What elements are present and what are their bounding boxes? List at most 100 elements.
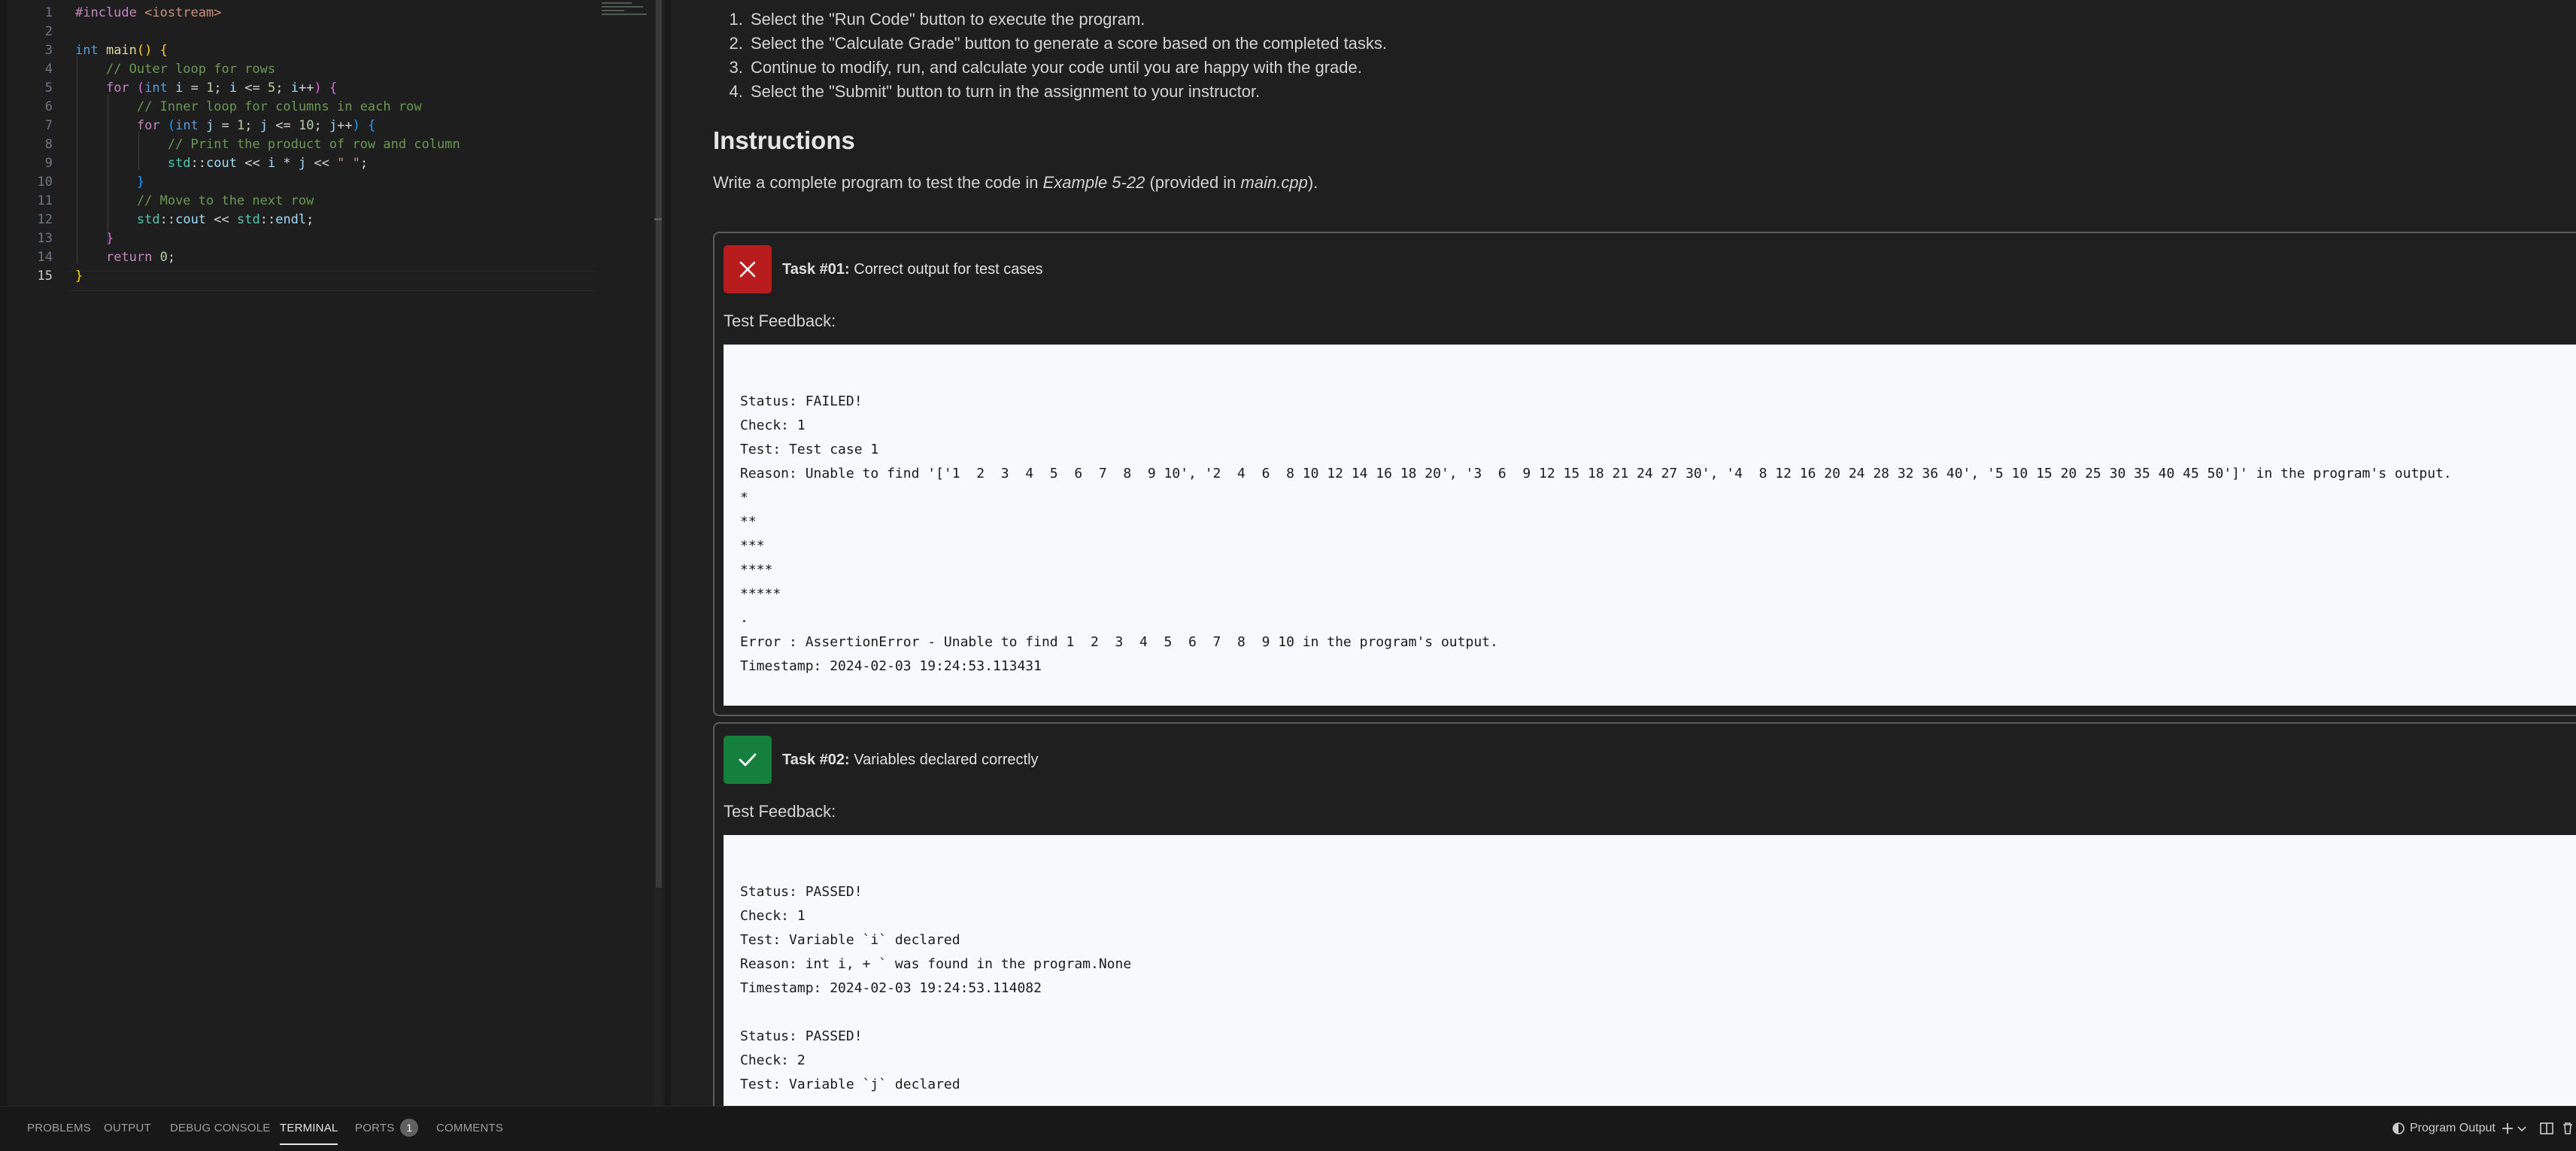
instructions-panel: Select the "Run Code" button to execute … (671, 0, 2576, 1106)
code-token: // Inner loop for columns in each row (136, 99, 422, 114)
code-line[interactable]: 6 // Inner loop for columns in each row (0, 98, 662, 117)
tab-debug-console[interactable]: DEBUG CONSOLE (170, 1107, 270, 1149)
tab-output[interactable]: OUTPUT (104, 1107, 151, 1149)
plus-icon[interactable] (2500, 1121, 2515, 1136)
close-icon (739, 261, 756, 278)
feedback-label: Test Feedback: (724, 802, 836, 821)
code-line[interactable]: 1 #include <iostream> (0, 4, 662, 23)
code-token: <= (237, 80, 269, 96)
code-token: i (290, 80, 299, 96)
code-token: 5 (268, 80, 276, 96)
feedback-line: Check: 1 (740, 418, 806, 433)
code-token: // Outer loop for rows (105, 62, 276, 77)
code-line[interactable]: 2 (0, 23, 662, 41)
code-token: int (175, 118, 207, 133)
intro-middle: (provided in (1145, 173, 1241, 192)
code-token: int (144, 80, 176, 96)
code-token: = (183, 80, 207, 96)
instructions-heading: Instructions (713, 126, 855, 154)
code-token: << (236, 156, 268, 171)
code-token: int (75, 43, 106, 58)
editor-scrollbar[interactable] (654, 0, 662, 1106)
tab-ports[interactable]: PORTS 1 (355, 1107, 419, 1149)
code-token: ++ (299, 80, 314, 96)
line-number: 14 (37, 250, 53, 265)
task-header[interactable]: Task #02: Variables declared correctly (724, 736, 1039, 784)
ports-count-badge: 1 (400, 1119, 419, 1137)
task-title: Task #02: Variables declared correctly (782, 752, 1039, 769)
tab-problems[interactable]: PROBLEMS (27, 1107, 91, 1149)
line-number: 12 (37, 212, 53, 227)
terminal-select[interactable]: Program Output (2392, 1107, 2496, 1149)
code-line[interactable]: 3 int main() { (0, 41, 662, 60)
line-source: // Outer loop for rows (75, 60, 275, 79)
code-token: main (105, 43, 137, 58)
feedback-line (740, 1001, 2576, 1025)
code-token: j (206, 118, 214, 133)
code-line[interactable]: 15} (0, 267, 662, 286)
line-source: } (75, 267, 83, 286)
task-card-01: Task #01: Correct output for test cases … (713, 232, 2576, 716)
code-token: () { (136, 43, 168, 58)
feedback-line: Timestamp: 2024-02-03 19:24:53.113431 (740, 658, 1042, 674)
code-editor[interactable]: 1 #include <iostream> 2 3 int main() {4 // O… (0, 0, 662, 1106)
pane-splitter[interactable] (665, 0, 671, 1106)
tab-comments[interactable]: COMMENTS (436, 1107, 503, 1149)
intro-suffix: ). (1307, 173, 1318, 192)
code-token: ++ (337, 118, 353, 133)
terminal-select-label: Program Output (2410, 1121, 2496, 1134)
feedback-line: . (740, 610, 748, 626)
code-line[interactable]: 10 } (0, 173, 662, 192)
line-source: for (int j = 1; j <= 10; j++) { (75, 117, 375, 135)
code-line[interactable]: 12 std::cout << std::endl; (0, 211, 662, 229)
code-line[interactable]: 14 return 0; (0, 248, 662, 267)
line-source: std::cout << i * j << " "; (75, 154, 368, 173)
line-source: // Inner loop for columns in each row (75, 98, 422, 117)
code-line[interactable]: 5 for (int i = 1; i <= 5; i++) { (0, 79, 662, 98)
line-number: 4 (44, 62, 53, 77)
feedback-line: * (740, 490, 748, 506)
code-token: :: (259, 212, 276, 227)
trash-icon[interactable] (2562, 1121, 2574, 1136)
line-source: #include <iostream> (75, 4, 221, 23)
feedback-line: Test: Variable `j` declared (740, 1077, 960, 1092)
feedback-line (740, 856, 2576, 880)
code-token: ; (275, 80, 291, 96)
code-token: ) { (314, 80, 338, 96)
split-terminal-icon[interactable] (2539, 1121, 2554, 1136)
code-token: for (105, 80, 137, 96)
feedback-line: ***** (740, 586, 781, 602)
output-icon (2392, 1122, 2405, 1134)
code-token: return (105, 250, 160, 265)
step-item: Select the "Run Code" button to execute … (748, 8, 1387, 32)
line-number: 11 (37, 193, 53, 208)
code-line[interactable]: 7 for (int j = 1; j <= 10; j++) { (0, 117, 662, 135)
chevron-down-icon[interactable] (2517, 1121, 2527, 1136)
code-line[interactable]: 8 // Print the product of row and column (0, 135, 662, 154)
code-token: = (214, 118, 238, 133)
tab-terminal[interactable]: TERMINAL (280, 1113, 338, 1145)
code-token: ) { (352, 118, 376, 133)
code-line[interactable]: 9 std::cout << i * j << " "; (0, 154, 662, 173)
feedback-line: ** (740, 514, 757, 530)
code-token: #include (75, 5, 145, 20)
code-token: endl (275, 212, 307, 227)
feedback-line: Status: FAILED! (740, 393, 863, 409)
feedback-line: *** (740, 538, 765, 554)
code-token: 1 (237, 118, 245, 133)
feedback-line (740, 366, 2576, 390)
feedback-label: Test Feedback: (724, 311, 836, 330)
line-source: // Print the product of row and column (75, 135, 460, 154)
line-source: } (75, 173, 144, 192)
instructions-intro: Write a complete program to test the cod… (713, 173, 1318, 193)
task-header[interactable]: Task #01: Correct output for test cases (724, 245, 1042, 293)
code-line[interactable]: 13 } (0, 229, 662, 248)
code-line[interactable]: 4 // Outer loop for rows (0, 60, 662, 79)
editor-scrollbar-thumb[interactable] (656, 0, 662, 888)
minimap[interactable] (602, 0, 654, 45)
code-line[interactable]: 11 // Move to the next row (0, 192, 662, 211)
line-number: 5 (44, 80, 53, 96)
